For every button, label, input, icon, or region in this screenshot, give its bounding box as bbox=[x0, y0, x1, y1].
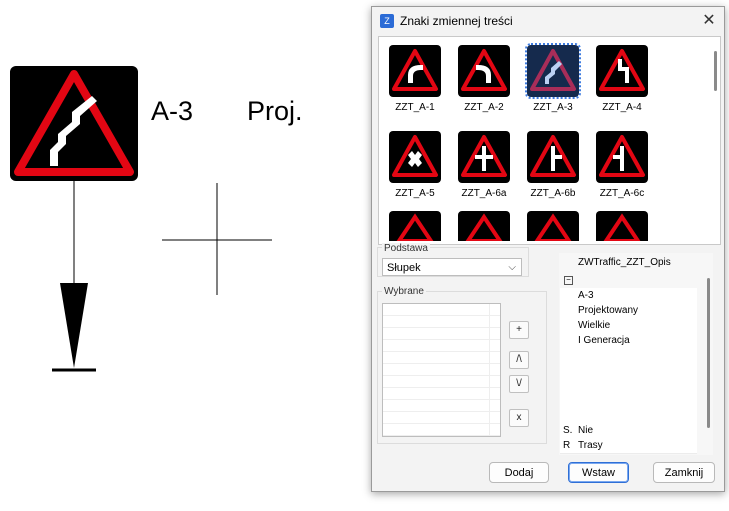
property-value: I Generacja bbox=[578, 335, 630, 346]
property-header: ZWTraffic_ZZT_Opis bbox=[578, 257, 671, 268]
close-icon[interactable]: ✕ bbox=[700, 12, 718, 30]
property-grid[interactable]: ZWTraffic_ZZT_Opis − A-3 Projektowany Wi… bbox=[559, 253, 713, 455]
property-value: A-3 bbox=[578, 290, 594, 301]
sign-label: ZZT_A-6b bbox=[530, 188, 576, 199]
property-row-empty[interactable] bbox=[560, 348, 697, 364]
move-up-button[interactable]: /\ bbox=[509, 351, 529, 369]
chevron-down-icon: ⌵ bbox=[508, 262, 516, 273]
property-value: Projektowany bbox=[578, 305, 639, 316]
base-select[interactable]: Słupek ⌵ bbox=[382, 258, 522, 276]
property-value: Trasy bbox=[578, 440, 603, 451]
property-value: Nie bbox=[578, 425, 594, 436]
property-row[interactable]: A-3 bbox=[560, 288, 697, 304]
property-row-empty[interactable] bbox=[560, 393, 697, 409]
sign-code-text: A-3 bbox=[151, 96, 194, 126]
gallery-scrollbar[interactable] bbox=[714, 51, 717, 91]
warning-sign-icon bbox=[458, 45, 510, 97]
sign-item[interactable]: ZZT_A-2 bbox=[450, 45, 518, 113]
status-text: Proj. bbox=[247, 96, 303, 126]
sign-item[interactable]: ZZT_A-1 bbox=[381, 45, 449, 113]
property-row[interactable]: R Trasy bbox=[560, 438, 697, 454]
warning-sign-icon bbox=[527, 131, 579, 183]
sign-label: ZZT_A-3 bbox=[533, 102, 573, 113]
warning-sign-icon bbox=[596, 131, 648, 183]
warning-sign-icon bbox=[389, 131, 441, 183]
sign-item[interactable]: ZZT_A-6c bbox=[588, 131, 656, 199]
sign-item-partial[interactable] bbox=[527, 211, 579, 243]
property-row-empty[interactable] bbox=[560, 408, 697, 424]
warning-sign-icon bbox=[596, 45, 648, 97]
add-button[interactable]: Dodaj bbox=[489, 462, 549, 483]
selected-group-label: Wybrane bbox=[382, 286, 426, 297]
sign-item-partial[interactable] bbox=[596, 211, 648, 243]
property-row-empty[interactable] bbox=[560, 363, 697, 379]
property-row[interactable]: Wielkie bbox=[560, 318, 697, 334]
sign-item[interactable]: ZZT_A-3 bbox=[519, 43, 587, 113]
property-row[interactable]: Projektowany bbox=[560, 303, 697, 319]
app-icon: Z bbox=[380, 14, 394, 28]
property-row[interactable]: S. Nie bbox=[560, 423, 697, 439]
selected-list[interactable] bbox=[382, 303, 501, 437]
sign-label: ZZT_A-6c bbox=[599, 188, 645, 199]
property-key: R bbox=[563, 440, 571, 451]
property-row-empty[interactable] bbox=[560, 378, 697, 394]
sign-item[interactable]: ZZT_A-4 bbox=[588, 45, 656, 113]
sign-label: ZZT_A-1 bbox=[395, 102, 435, 113]
sign-item[interactable]: ZZT_A-6a bbox=[450, 131, 518, 199]
sign-label: ZZT_A-6a bbox=[461, 188, 507, 199]
base-group-label: Podstawa bbox=[382, 243, 430, 254]
dialog-title: Znaki zmiennej treści bbox=[400, 14, 513, 28]
base-select-value: Słupek bbox=[387, 262, 421, 274]
sign-gallery[interactable]: ZZT_A-1 ZZT_A-2 ZZT_A-3 ZZT_A-4 ZZT_A-5 ZZT_A… bbox=[378, 36, 721, 245]
insert-button[interactable]: Wstaw bbox=[568, 462, 629, 483]
sign-item[interactable]: ZZT_A-5 bbox=[381, 131, 449, 199]
sign-label: ZZT_A-4 bbox=[602, 102, 642, 113]
property-value: Wielkie bbox=[578, 320, 611, 331]
warning-sign-icon bbox=[389, 45, 441, 97]
anchor-symbol bbox=[60, 283, 88, 368]
sign-item-partial[interactable] bbox=[458, 211, 510, 243]
add-item-button[interactable]: + bbox=[509, 321, 529, 339]
close-button[interactable]: Zamknij bbox=[653, 462, 715, 483]
sign-item[interactable]: ZZT_A-6b bbox=[519, 131, 587, 199]
sign-dialog: Z Znaki zmiennej treści ✕ ZZT_A-1 ZZT_A-2… bbox=[371, 6, 725, 492]
dialog-titlebar[interactable]: Z Znaki zmiennej treści ✕ bbox=[372, 7, 724, 35]
sign-label: ZZT_A-5 bbox=[395, 188, 435, 199]
remove-item-button[interactable]: x bbox=[509, 409, 529, 427]
property-scrollbar[interactable] bbox=[707, 278, 710, 428]
warning-sign-icon bbox=[458, 131, 510, 183]
sign-label: ZZT_A-2 bbox=[464, 102, 504, 113]
warning-sign-icon bbox=[525, 43, 581, 99]
property-row[interactable]: I Generacja bbox=[560, 333, 697, 349]
collapse-icon[interactable]: − bbox=[564, 276, 573, 285]
property-key: S. bbox=[563, 425, 573, 436]
move-down-button[interactable]: \/ bbox=[509, 375, 529, 393]
sign-item-partial[interactable] bbox=[389, 211, 441, 243]
